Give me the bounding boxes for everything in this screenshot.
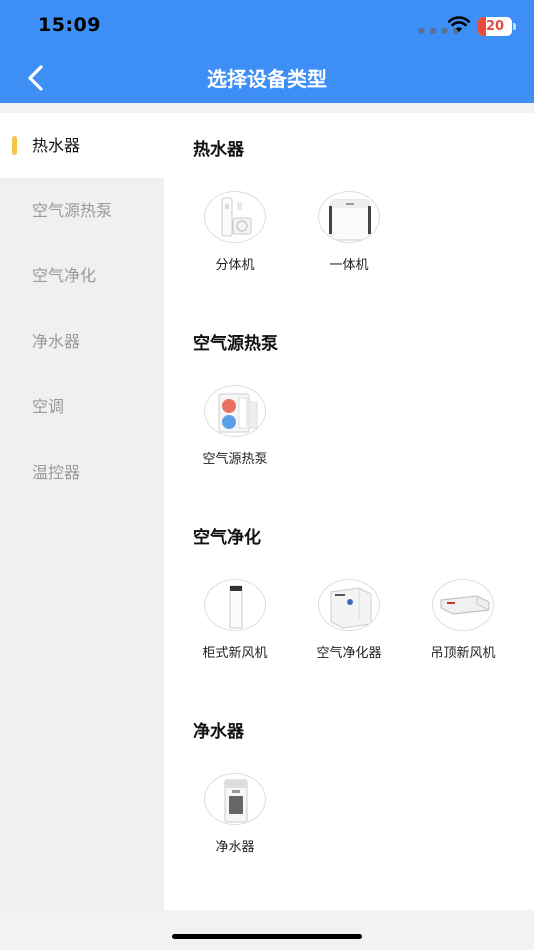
device-label: 净水器: [215, 840, 255, 855]
sidebar-item-heat-pump[interactable]: 空气源热泵: [0, 178, 164, 243]
sidebar-item-label: 热水器: [32, 136, 81, 155]
sidebar-item-label: 空调: [32, 397, 65, 416]
device-label: 空气源热泵: [202, 452, 268, 467]
top-bar: 15:09 ● ● ● ● 20 选择设备类型: [0, 0, 534, 103]
sidebar-item-water-heater[interactable]: 热水器: [0, 113, 164, 178]
air-purifier-icon: [318, 579, 380, 631]
heat-pump-icon: [204, 385, 266, 437]
section-title-water-purifier: 净水器: [193, 722, 244, 742]
device-label: 一体机: [329, 258, 369, 273]
status-time: 15:09: [38, 14, 101, 36]
category-sidebar: 热水器 空气源热泵 空气净化 净水器 空调 温控器: [0, 113, 164, 910]
sidebar-item-label: 空气净化: [32, 266, 97, 285]
sidebar-item-air-conditioner[interactable]: 空调: [0, 374, 164, 439]
section-title-heat-pump: 空气源热泵: [193, 334, 278, 354]
device-ceiling-fresh-air[interactable]: 吊顶新风机: [413, 579, 513, 661]
ceiling-fresh-air-icon: [432, 579, 494, 631]
wifi-icon: [448, 16, 470, 32]
water-purifier-icon: [204, 773, 266, 825]
integrated-water-heater-icon: [318, 191, 380, 243]
active-indicator: [12, 136, 17, 155]
sidebar-item-label: 净水器: [32, 332, 81, 351]
battery-icon: 20: [478, 17, 512, 36]
bottom-safe-area: [0, 910, 534, 950]
sidebar-item-label: 空气源热泵: [32, 201, 113, 220]
section-title-water-heater: 热水器: [193, 140, 244, 160]
device-cabinet-fresh-air[interactable]: 柜式新风机: [185, 579, 285, 661]
cabinet-fresh-air-icon: [204, 579, 266, 631]
device-heat-pump[interactable]: 空气源热泵: [185, 385, 285, 467]
home-indicator[interactable]: [172, 934, 362, 939]
sidebar-item-water-purifier[interactable]: 净水器: [0, 309, 164, 374]
battery-level: 20: [485, 19, 505, 34]
device-integrated-unit[interactable]: 一体机: [299, 191, 399, 273]
split-water-heater-icon: [204, 191, 266, 243]
page-title: 选择设备类型: [207, 67, 327, 91]
device-label: 吊顶新风机: [430, 646, 496, 661]
device-air-purifier[interactable]: 空气净化器: [299, 579, 399, 661]
sidebar-item-air-purification[interactable]: 空气净化: [0, 243, 164, 308]
device-label: 空气净化器: [316, 646, 382, 661]
device-label: 分体机: [215, 258, 255, 273]
sidebar-item-label: 温控器: [32, 463, 81, 482]
battery-tip: [513, 23, 516, 30]
device-split-unit[interactable]: 分体机: [185, 191, 285, 273]
sidebar-item-thermostat[interactable]: 温控器: [0, 440, 164, 505]
device-list: 热水器 分体机 一体机 空气源热泵 空气源热泵 空气净化 柜式新风机 空气净化器…: [164, 113, 534, 910]
section-title-air-purification: 空气净化: [193, 528, 261, 548]
device-label: 柜式新风机: [202, 646, 268, 661]
device-water-purifier[interactable]: 净水器: [185, 773, 285, 855]
